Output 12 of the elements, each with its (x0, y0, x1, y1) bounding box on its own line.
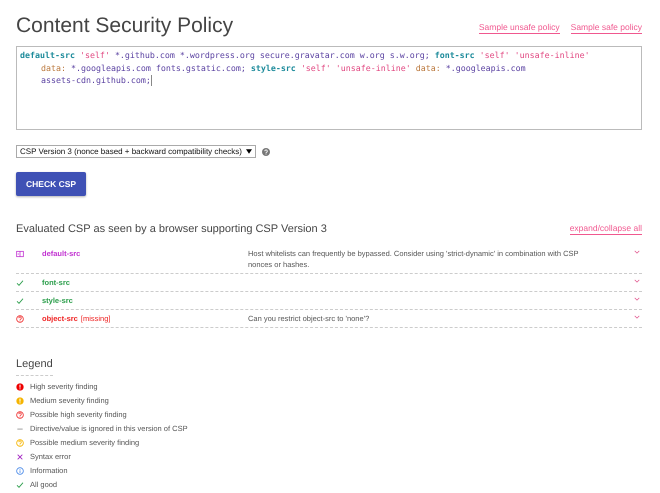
chevron-down-icon[interactable] (634, 297, 640, 301)
chevron-down-icon[interactable] (634, 279, 640, 283)
caret-icon (246, 149, 252, 154)
legend-title: Legend (16, 358, 53, 376)
chevron-down-icon[interactable] (634, 315, 640, 319)
page-title: Content Security Policy (16, 13, 234, 39)
section-heading: Evaluated CSP as seen by a browser supporting CSP Version 3 (16, 223, 327, 235)
policy-editor[interactable]: default-src 'self' *.github.com *.wordpress.org secure.gravatar.com w.org s.w.org; font-src 'self' 'unsafe-inline' data: *.googleapis.com fonts.gstatic.com; style-src 'self' 'unsafe-inline' data: *.googleapis.com assets-cdn.github.com; (16, 46, 642, 130)
chevron-down-icon[interactable] (634, 250, 640, 254)
help-icon[interactable] (262, 148, 270, 156)
check-csp-button[interactable]: CHECK CSP (16, 172, 86, 196)
version-select[interactable]: CSP Version 3 (nonce based + backward compatibility checks) (16, 145, 256, 158)
